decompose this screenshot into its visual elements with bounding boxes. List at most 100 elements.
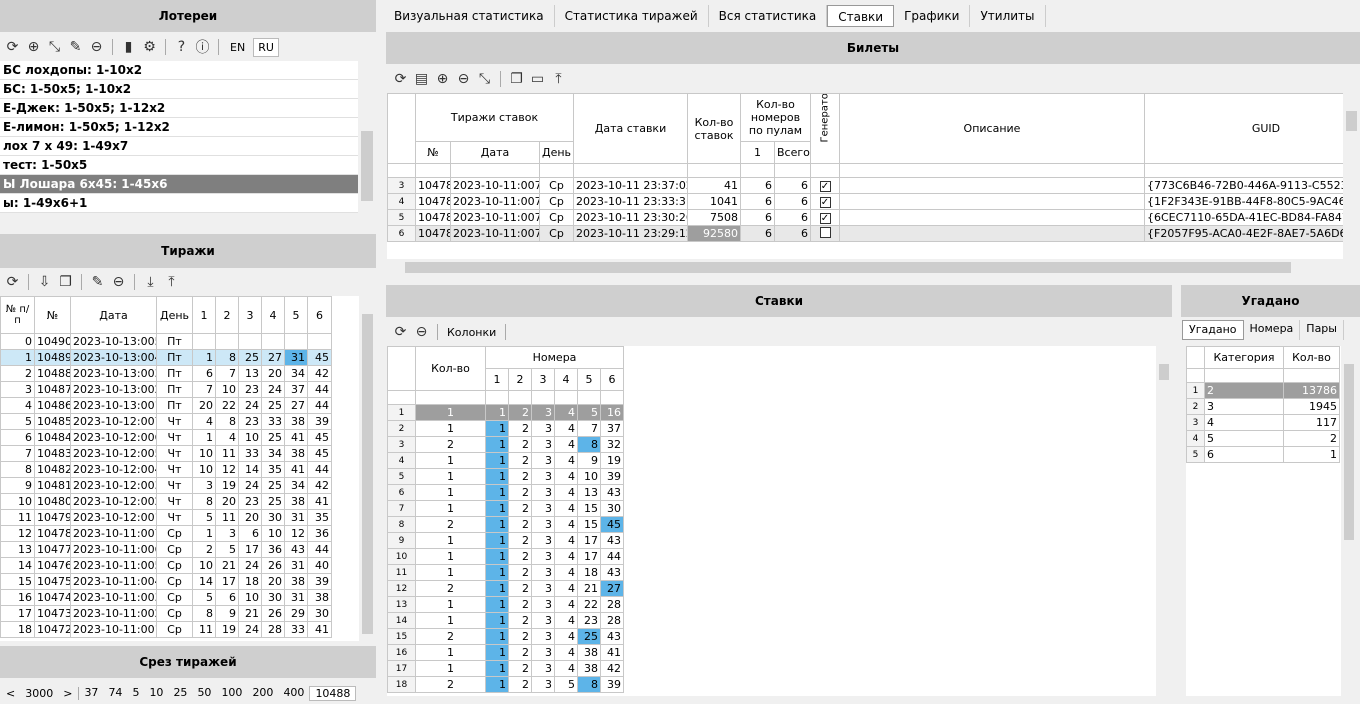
- guessed-row[interactable]: 452: [1186, 430, 1340, 447]
- row-header[interactable]: 16: [387, 644, 416, 661]
- table-row[interactable]: 2 10488 2023-10-13:003 Пт 6 7 13 20 34 42: [0, 365, 332, 382]
- bet-row[interactable]: 5 1 1 2 3 4 10 39: [387, 468, 625, 485]
- table-row[interactable]: 7 10483 2023-10-12:005 Чт 10 11 33 34 38 45: [0, 445, 332, 462]
- tab-1[interactable]: Статистика тиражей: [555, 5, 709, 27]
- tab-5[interactable]: Утилиты: [970, 5, 1046, 27]
- table-row[interactable]: 16 10474 2023-10-11:003 Ср 5 6 10 30 31 38: [0, 589, 332, 606]
- row-header[interactable]: 3: [387, 436, 416, 453]
- guessed-row[interactable]: 2 3 1945: [1186, 398, 1340, 415]
- refresh-icon[interactable]: ⟳: [4, 274, 21, 291]
- bets-scrollbar[interactable]: [1156, 346, 1172, 696]
- draws-col-header[interactable]: №: [34, 296, 71, 334]
- ticket-row[interactable]: 6 10478 2023-10-11:007 Ср 2023-10-11 23:29:1…: [387, 225, 1343, 242]
- col-total[interactable]: Всего: [774, 141, 811, 164]
- guessed-scrollbar[interactable]: [1341, 346, 1357, 696]
- table-row[interactable]: 11 10479 2023-10-12:001 Чт 5 11 20 30 31 35: [0, 509, 332, 526]
- slice-prev-button[interactable]: <: [0, 687, 21, 700]
- col-num[interactable]: №: [415, 141, 451, 164]
- bet-row[interactable]: 17 1 1 2 3 4 38 42: [387, 660, 625, 677]
- table-row[interactable]: 13 10477 2023-10-11:006 Ср 2 5 17 36 43 44: [0, 541, 332, 558]
- row-header[interactable]: 14: [387, 612, 416, 629]
- magic-wand-icon[interactable]: ⤡: [46, 39, 63, 56]
- import-icon[interactable]: ⤓: [142, 274, 159, 291]
- row-header[interactable]: 6: [387, 225, 416, 242]
- tickets-vscroll[interactable]: [1343, 93, 1360, 259]
- bet-row[interactable]: 7 1 1 2 3 4 15 30: [387, 500, 625, 517]
- slice-option[interactable]: 10488: [309, 686, 357, 701]
- slice-option[interactable]: 100: [216, 686, 247, 701]
- table-row[interactable]: 3 10487 2023-10-13:002 Пт 7 10 23 24 37 44: [0, 381, 332, 398]
- row-header[interactable]: 9: [387, 532, 416, 549]
- help-icon[interactable]: ?: [173, 39, 190, 56]
- row-header[interactable]: 2: [387, 420, 416, 437]
- slice-option[interactable]: 200: [247, 686, 278, 701]
- table-row[interactable]: 17 10473 2023-10-11:002 Ср 8 9 21 26 29 30: [0, 605, 332, 622]
- draws-col-header[interactable]: 2: [215, 296, 239, 334]
- slice-option[interactable]: 10: [144, 686, 168, 701]
- guessed-row[interactable]: 3 4 117: [1186, 414, 1340, 431]
- checkbox[interactable]: ✓: [819, 213, 831, 224]
- slice-option[interactable]: 400: [278, 686, 309, 701]
- draws-col-header[interactable]: 4: [261, 296, 285, 334]
- tab-3[interactable]: Ставки: [827, 5, 895, 27]
- row-header[interactable]: 18: [387, 676, 416, 693]
- slice-option[interactable]: 25: [168, 686, 192, 701]
- table-row[interactable]: 9 10481 2023-10-12:003 Чт 3 19 24 25 34 42: [0, 477, 332, 494]
- refresh-icon[interactable]: ⟳: [4, 39, 21, 56]
- table-row[interactable]: 15 10475 2023-10-11:004 Ср 14 17 18 20 38 39: [0, 573, 332, 590]
- ticket-row[interactable]: 5 10478 2023-10-11:007 Ср 2023-10-11 23:30:2…: [387, 209, 1343, 226]
- row-header[interactable]: 5: [387, 468, 416, 485]
- slice-option[interactable]: 37: [79, 686, 103, 701]
- table-row[interactable]: 5 10485 2023-10-12:007 Чт 4 8 23 33 38 39: [0, 413, 332, 430]
- bet-row[interactable]: 15 2 1 2 3 4 25 43: [387, 628, 625, 645]
- table-row[interactable]: 12 10478 2023-10-11:007 Ср 1 3 6 10 12 36: [0, 525, 332, 542]
- table-row[interactable]: 6 10484 2023-10-12:006 Чт 1 4 10 25 41 45: [0, 429, 332, 446]
- bet-row[interactable]: 16 1 1 2 3 4 38 41: [387, 644, 625, 661]
- slice-option[interactable]: 50: [192, 686, 216, 701]
- comment-icon[interactable]: ▭: [529, 71, 546, 88]
- col-bet-count[interactable]: Кол-во: [415, 346, 486, 391]
- magic-wand-icon[interactable]: ⤡: [476, 71, 493, 88]
- lottery-item[interactable]: лох 7 x 49: 1-49x7: [0, 137, 358, 156]
- table-row[interactable]: 18 10472 2023-10-11:001 Ср 11 19 24 28 33 41: [0, 621, 332, 638]
- refresh-icon[interactable]: ⟳: [392, 71, 409, 88]
- draws-col-header[interactable]: 1: [192, 296, 216, 334]
- bets-num-header[interactable]: 3: [531, 368, 555, 391]
- lottery-item[interactable]: Ы Лошара 6x45: 1-45x6: [0, 175, 358, 194]
- bet-row[interactable]: 9 1 1 2 3 4 17 43: [387, 532, 625, 549]
- lang-ru-button[interactable]: RU: [253, 37, 279, 57]
- table-row[interactable]: 1 10489 2023-10-13:004 Пт 1 8 25 27 31 45: [0, 349, 332, 366]
- export-icon[interactable]: ⤒: [163, 274, 180, 291]
- columns-icon[interactable]: ▮: [120, 39, 137, 56]
- bet-row[interactable]: 6 1 1 2 3 4 13 43: [387, 484, 625, 501]
- col-count[interactable]: Кол-во ставок: [687, 93, 741, 164]
- tab-2[interactable]: Вся статистика: [709, 5, 828, 27]
- bet-row[interactable]: 1 1 1 2 3 4 5 16: [387, 404, 625, 421]
- info-icon[interactable]: ⓘ: [194, 39, 211, 56]
- copy-icon[interactable]: ❐: [508, 71, 525, 88]
- table-row[interactable]: 14 10476 2023-10-11:005 Ср 10 21 24 26 31 40: [0, 557, 332, 574]
- row-header[interactable]: 4: [387, 452, 416, 469]
- ticket-generator[interactable]: ✓: [810, 177, 840, 194]
- row-header[interactable]: 8: [387, 516, 416, 533]
- lang-en-button[interactable]: EN: [226, 39, 249, 56]
- edit-icon[interactable]: ✎: [67, 39, 84, 56]
- col-pool-1[interactable]: 1: [740, 141, 775, 164]
- add-icon[interactable]: ⊕: [25, 39, 42, 56]
- slice-next-button[interactable]: >: [57, 687, 80, 700]
- col-draws[interactable]: Тиражи ставок: [415, 93, 574, 142]
- sort-icon[interactable]: ⇩: [36, 274, 53, 291]
- slice-option[interactable]: 5: [127, 686, 144, 701]
- remove-icon[interactable]: ⊖: [88, 39, 105, 56]
- col-guid[interactable]: GUID: [1144, 93, 1343, 164]
- table-row[interactable]: 8 10482 2023-10-12:004 Чт 10 12 14 35 41 44: [0, 461, 332, 478]
- row-header[interactable]: 15: [387, 628, 416, 645]
- row-header[interactable]: 17: [387, 660, 416, 677]
- row-header[interactable]: 4: [387, 193, 416, 210]
- edit-icon[interactable]: ✎: [89, 274, 106, 291]
- bets-num-header[interactable]: 1: [485, 368, 509, 391]
- ticket-row[interactable]: 4 10478 2023-10-11:007 Ср 2023-10-11 23:33:3…: [387, 193, 1343, 210]
- columns-button[interactable]: Колонки: [445, 326, 498, 339]
- guessed-tab-0[interactable]: Угадано: [1182, 320, 1244, 340]
- slice-value[interactable]: 3000: [21, 687, 57, 700]
